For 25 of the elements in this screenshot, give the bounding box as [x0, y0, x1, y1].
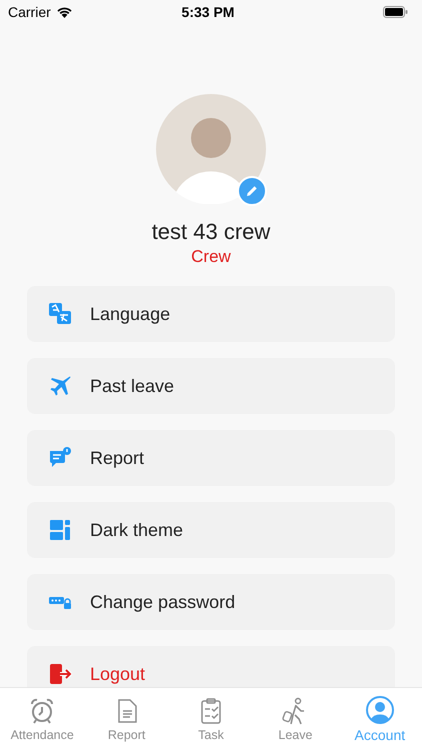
menu-item[interactable]: Logout [27, 646, 395, 687]
user-role: Crew [191, 247, 231, 267]
menu-item[interactable]: Report [27, 430, 395, 486]
menu-item[interactable]: Past leave [27, 358, 395, 414]
tab[interactable]: Attendance [0, 688, 84, 750]
tab[interactable]: Task [168, 688, 254, 750]
user-name: test 43 crew [152, 219, 270, 245]
logout-icon [48, 662, 72, 686]
dashboard-icon [48, 518, 72, 542]
menu-item[interactable]: Language [27, 286, 395, 342]
wifi-icon [56, 6, 73, 18]
clock-time: 5:33 PM [182, 4, 234, 20]
tab[interactable]: Leave [253, 688, 338, 750]
chat-icon [48, 446, 72, 470]
carrier-label: Carrier [8, 4, 51, 20]
menu-item[interactable]: Dark theme [27, 502, 395, 558]
translate-icon [48, 302, 72, 326]
airplane-icon [48, 374, 72, 398]
menu-item[interactable]: Change password [27, 574, 395, 630]
tab[interactable]: Account [338, 688, 422, 750]
battery-icon [382, 6, 408, 18]
tab[interactable]: Report [84, 688, 169, 750]
pencil-icon [245, 184, 259, 198]
edit-button[interactable] [237, 176, 267, 206]
profile-icon [366, 696, 394, 724]
